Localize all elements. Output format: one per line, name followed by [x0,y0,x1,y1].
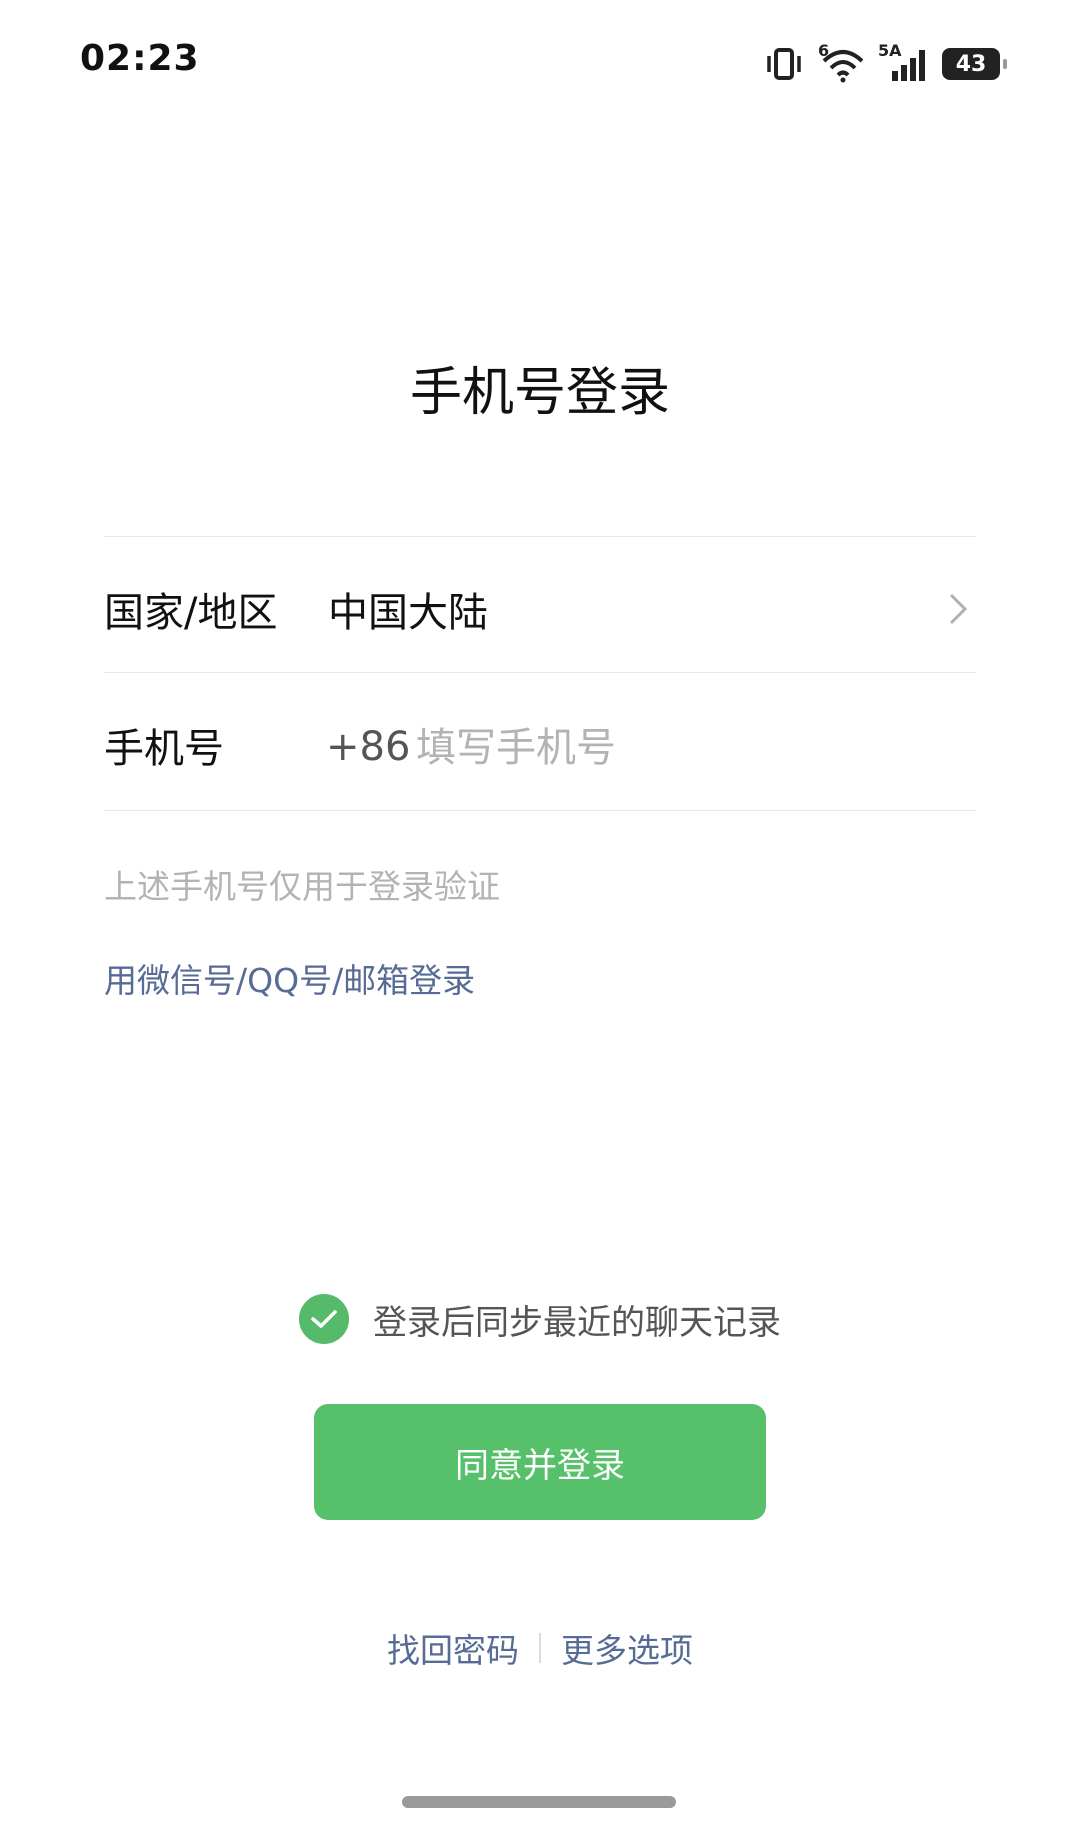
region-value[interactable]: 中国大陆 [328,580,488,638]
home-indicator[interactable] [402,1796,676,1808]
region-label: 国家/地区 [104,590,278,636]
signal-icon: 5A [878,41,928,83]
sync-checkbox-row[interactable]: 登录后同步最近的聊天记录 [0,1294,1080,1344]
chevron-right-icon[interactable] [948,592,968,630]
battery-level: 43 [955,51,987,77]
status-icons: 6 5A 43 [764,41,1007,84]
phone-label: 手机号 [104,726,224,772]
network-type-label: 5A [878,41,902,60]
battery-icon: 43 [942,48,1007,80]
phone-input[interactable] [416,718,956,778]
divider [104,672,976,673]
divider [104,810,976,811]
vibrate-icon [764,47,804,81]
status-time: 02:23 [80,38,200,79]
wifi-generation-label: 6 [818,41,830,60]
wifi-icon: 6 [818,41,864,83]
footer-links: 找回密码 更多选项 [0,1624,1080,1672]
sync-label: 登录后同步最近的聊天记录 [373,1302,781,1343]
agree-login-button[interactable]: 同意并登录 [314,1404,766,1520]
alt-login-link[interactable]: 用微信号/QQ号/邮箱登录 [104,954,475,1002]
page-title: 手机号登录 [409,363,670,423]
recover-password-link[interactable]: 找回密码 [367,1624,539,1672]
status-bar: 02:23 6 5A 43 [0,0,1080,120]
country-code: +86 [326,724,411,770]
more-options-link[interactable]: 更多选项 [541,1624,713,1672]
phone-hint: 上述手机号仅用于登录验证 [104,867,500,906]
divider [104,536,976,537]
checkmark-icon[interactable] [299,1294,349,1344]
